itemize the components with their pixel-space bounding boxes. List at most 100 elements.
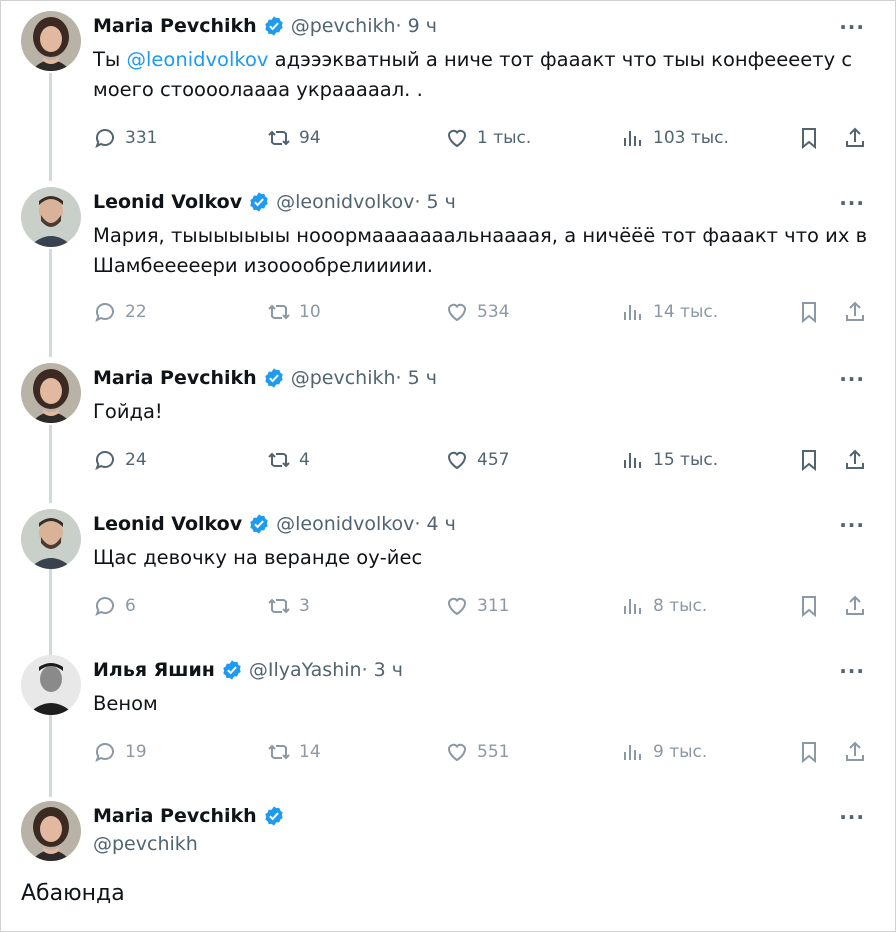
share-icon — [846, 301, 864, 321]
retweet-icon — [268, 598, 290, 614]
share-button[interactable] — [843, 297, 875, 327]
views-button[interactable]: 9 тыс. — [621, 737, 707, 767]
timestamp[interactable]: · 9 ч — [396, 15, 437, 37]
retweet-icon — [268, 452, 290, 468]
like-button[interactable]: 457 — [445, 445, 509, 475]
reply-button[interactable]: 24 — [93, 445, 147, 475]
tweet-header: Maria Pevchikh @pevchikh · 9 ч — [93, 11, 437, 41]
action-bar: 6 3 311 8 тыс. — [93, 591, 883, 621]
reply-button[interactable]: 331 — [93, 123, 157, 153]
share-button[interactable] — [843, 737, 875, 767]
avatar-maria[interactable] — [21, 11, 81, 71]
author-handle[interactable]: @pevchikh — [291, 367, 396, 389]
retweet-icon — [268, 130, 290, 146]
bookmark-button[interactable] — [797, 445, 829, 475]
reply-button[interactable]: 22 — [93, 297, 147, 327]
avatar-maria[interactable] — [21, 363, 81, 423]
reply-icon — [95, 451, 114, 470]
like-button[interactable]: 1 тыс. — [445, 123, 531, 153]
action-bar: 331 94 1 тыс. 103 тыс. — [93, 123, 883, 153]
retweet-count: 3 — [299, 596, 310, 616]
retweet-button[interactable]: 10 — [267, 297, 321, 327]
reply-count: 24 — [125, 450, 147, 470]
share-button[interactable] — [843, 591, 875, 621]
retweet-button[interactable]: 14 — [267, 737, 321, 767]
tweet[interactable]: Илья Яшин @IlyaYashin · 3 ч ··· Веном 19… — [1, 655, 896, 785]
author-name[interactable]: Илья Яшин — [93, 659, 215, 681]
share-button[interactable] — [843, 445, 875, 475]
mention-link[interactable]: @leonidvolkov — [127, 48, 269, 71]
like-icon — [447, 451, 467, 470]
views-button[interactable]: 14 тыс. — [621, 297, 718, 327]
reply-count: 19 — [125, 742, 147, 762]
share-button[interactable] — [843, 123, 875, 153]
more-icon[interactable]: ··· — [839, 513, 865, 537]
author-handle[interactable]: @pevchikh — [291, 15, 396, 37]
reply-icon — [95, 303, 114, 322]
author-name[interactable]: Leonid Volkov — [93, 191, 242, 213]
author-handle[interactable]: @leonidvolkov — [276, 191, 414, 213]
retweet-count: 94 — [299, 128, 321, 148]
tweet-header: Leonid Volkov @leonidvolkov · 5 ч — [93, 187, 456, 217]
like-button[interactable]: 551 — [445, 737, 509, 767]
author-name[interactable]: Maria Pevchikh — [93, 15, 257, 37]
author-name[interactable]: Leonid Volkov — [93, 513, 242, 535]
views-button[interactable]: 8 тыс. — [621, 591, 707, 621]
author-name[interactable]: Maria Pevchikh — [93, 805, 257, 827]
tweet-header: Leonid Volkov @leonidvolkov · 4 ч — [93, 509, 456, 539]
like-count: 551 — [477, 742, 510, 762]
views-icon — [624, 131, 641, 146]
main-tweet[interactable]: Maria Pevchikh ··· @pevchikh — [1, 801, 896, 931]
like-count: 534 — [477, 302, 510, 322]
retweet-button[interactable]: 4 — [267, 445, 310, 475]
bookmark-button[interactable] — [797, 297, 829, 327]
views-button[interactable]: 103 тыс. — [621, 123, 729, 153]
more-icon[interactable]: ··· — [839, 191, 865, 215]
reply-button[interactable]: 6 — [93, 591, 136, 621]
views-button[interactable]: 15 тыс. — [621, 445, 718, 475]
timestamp[interactable]: · 4 ч — [414, 513, 455, 535]
bookmark-button[interactable] — [797, 591, 829, 621]
avatar-maria[interactable] — [21, 801, 81, 861]
author-handle[interactable]: @IlyaYashin — [249, 659, 362, 681]
timestamp[interactable]: · 5 ч — [396, 367, 437, 389]
share-icon — [846, 127, 864, 147]
more-icon[interactable]: ··· — [839, 367, 865, 391]
avatar-leonid[interactable] — [21, 509, 81, 569]
verified-icon — [265, 806, 283, 826]
timestamp[interactable]: · 5 ч — [414, 191, 455, 213]
reply-icon — [95, 129, 114, 148]
avatar-ilya[interactable] — [21, 655, 81, 715]
action-bar: 19 14 551 9 тыс. — [93, 737, 883, 767]
tweet[interactable]: Maria Pevchikh @pevchikh · 9 ч ··· Ты @l… — [1, 11, 896, 171]
like-icon — [447, 597, 467, 616]
tweet[interactable]: Maria Pevchikh @pevchikh · 5 ч ··· Гойда… — [1, 363, 896, 493]
tweet[interactable]: Leonid Volkov @leonidvolkov · 4 ч ··· Ща… — [1, 509, 896, 639]
more-icon[interactable]: ··· — [839, 15, 865, 39]
like-button[interactable]: 534 — [445, 297, 509, 327]
bookmark-button[interactable] — [797, 737, 829, 767]
tweet-header: Илья Яшин @IlyaYashin · 3 ч — [93, 655, 403, 685]
share-icon — [846, 741, 864, 761]
retweet-button[interactable]: 3 — [267, 591, 310, 621]
more-icon[interactable]: ··· — [839, 805, 865, 829]
more-icon[interactable]: ··· — [839, 659, 865, 683]
retweet-icon — [268, 744, 290, 760]
author-handle[interactable]: @pevchikh — [93, 833, 198, 855]
author-name[interactable]: Maria Pevchikh — [93, 367, 257, 389]
views-icon — [624, 305, 641, 320]
views-count: 9 тыс. — [653, 742, 708, 762]
tweet[interactable]: Leonid Volkov @leonidvolkov · 5 ч ··· Ма… — [1, 187, 896, 347]
author-handle[interactable]: @leonidvolkov — [276, 513, 414, 535]
retweet-button[interactable]: 94 — [267, 123, 321, 153]
reply-button[interactable]: 19 — [93, 737, 147, 767]
retweet-count: 10 — [299, 302, 321, 322]
timestamp[interactable]: · 3 ч — [362, 659, 403, 681]
avatar-leonid[interactable] — [21, 187, 81, 247]
bookmark-button[interactable] — [797, 123, 829, 153]
bookmark-icon — [802, 128, 816, 150]
views-icon — [624, 599, 641, 614]
action-bar: 24 4 457 15 тыс. — [93, 445, 883, 475]
like-button[interactable]: 311 — [445, 591, 509, 621]
bookmark-icon — [802, 302, 816, 324]
